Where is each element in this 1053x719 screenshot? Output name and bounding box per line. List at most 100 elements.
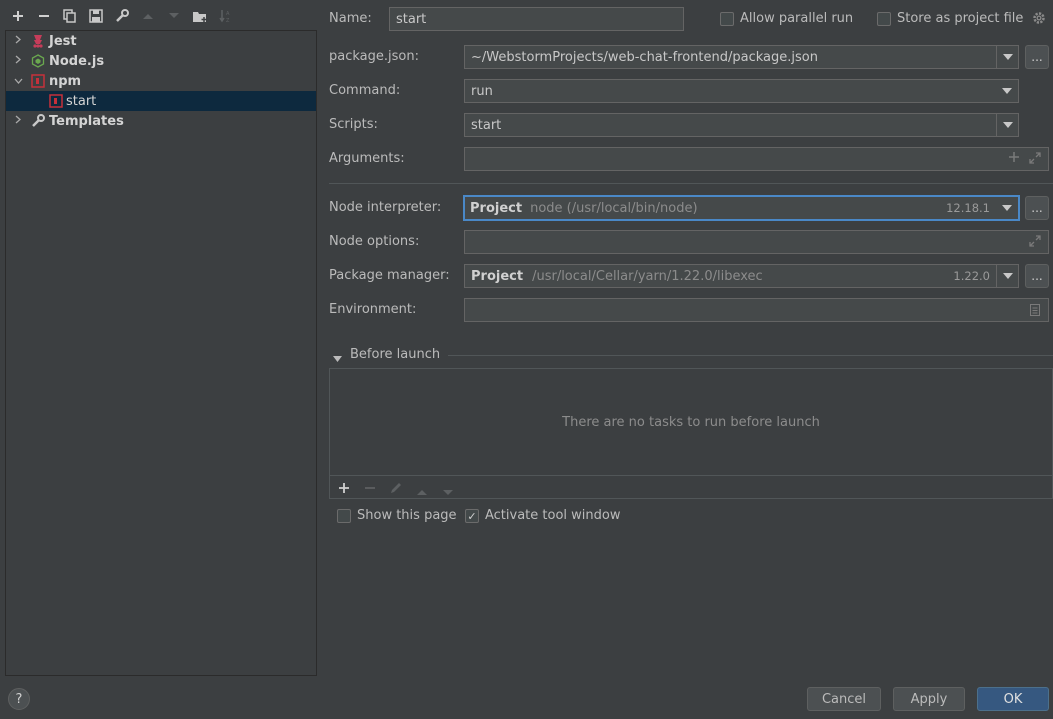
wrench-icon — [31, 114, 45, 128]
arguments-input[interactable] — [464, 147, 1049, 171]
help-button[interactable]: ? — [8, 688, 30, 710]
before-launch-panel: There are no tasks to run before launch — [329, 368, 1053, 499]
package-json-value: ~/WebstormProjects/web-chat-frontend/pac… — [471, 49, 818, 65]
expand-icon[interactable] — [1029, 152, 1041, 168]
package-json-select[interactable]: ~/WebstormProjects/web-chat-frontend/pac… — [464, 45, 1019, 69]
package-manager-select[interactable]: Project /usr/local/Cellar/yarn/1.22.0/li… — [464, 264, 1019, 288]
cancel-label: Cancel — [821, 691, 867, 707]
browse-node-interpreter-button[interactable]: ... — [1025, 196, 1049, 220]
section-divider — [448, 355, 1053, 356]
chevron-down-icon[interactable] — [333, 351, 342, 366]
chevron-down-icon[interactable] — [996, 46, 1018, 68]
node-interpreter-label: Node interpreter: — [329, 200, 442, 215]
sort-icon[interactable]: AZ — [216, 6, 236, 26]
name-label: Name: — [329, 11, 372, 26]
store-project-label: Store as project file — [897, 11, 1024, 26]
save-icon[interactable] — [86, 6, 106, 26]
folder-add-icon[interactable] — [190, 6, 210, 26]
jest-icon — [31, 34, 45, 48]
environment-label: Environment: — [329, 302, 417, 317]
section-divider — [330, 475, 1052, 476]
command-value: run — [471, 83, 493, 99]
chevron-right-icon[interactable] — [12, 115, 24, 127]
scripts-select[interactable]: start — [464, 113, 1019, 137]
npm-icon — [49, 94, 63, 108]
ellipsis-label: ... — [1031, 201, 1043, 215]
wrench-icon[interactable] — [112, 6, 132, 26]
activate-tool-checkbox[interactable]: ✓ — [465, 509, 479, 523]
store-project-checkbox[interactable] — [877, 12, 891, 26]
node-interpreter-kind: Project — [470, 200, 523, 216]
npm-icon — [31, 74, 45, 88]
chevron-down-icon[interactable] — [996, 114, 1018, 136]
scripts-value: start — [471, 117, 502, 133]
package-manager-version: 1.22.0 — [953, 269, 990, 283]
tree-item-label: Templates — [49, 113, 124, 129]
apply-label: Apply — [910, 691, 948, 707]
name-input[interactable]: start — [389, 7, 684, 31]
environment-input[interactable] — [464, 298, 1049, 322]
package-manager-label: Package manager: — [329, 268, 450, 283]
ellipsis-label: ... — [1031, 269, 1043, 283]
chevron-right-icon[interactable] — [12, 55, 24, 67]
ellipsis-label: ... — [1031, 50, 1043, 64]
plus-icon[interactable] — [8, 6, 28, 26]
tree-item-templates[interactable]: Templates — [6, 111, 316, 131]
nodejs-icon — [31, 54, 45, 68]
ok-label: OK — [1003, 691, 1023, 707]
allow-parallel-checkbox[interactable] — [720, 12, 734, 26]
tree-item-label: start — [66, 93, 97, 109]
activate-tool-label: Activate tool window — [485, 508, 621, 523]
plus-icon[interactable] — [338, 482, 350, 498]
command-select[interactable]: run — [464, 79, 1019, 103]
minus-icon[interactable] — [364, 482, 376, 498]
before-launch-title[interactable]: Before launch — [350, 347, 440, 362]
apply-button[interactable]: Apply — [893, 687, 965, 711]
package-manager-path: /usr/local/Cellar/yarn/1.22.0/libexec — [532, 268, 763, 284]
arrow-up-icon[interactable] — [416, 485, 428, 500]
chevron-right-icon[interactable] — [12, 35, 24, 47]
help-icon: ? — [15, 691, 23, 707]
gear-icon[interactable] — [1032, 11, 1046, 29]
copy-icon[interactable] — [60, 6, 80, 26]
minus-icon[interactable] — [34, 6, 54, 26]
browse-package-manager-button[interactable]: ... — [1025, 264, 1049, 288]
tree-item-label: Node.js — [49, 53, 105, 69]
svg-text:Z: Z — [226, 18, 230, 23]
arrow-down-icon[interactable] — [442, 485, 454, 500]
chevron-down-icon[interactable] — [12, 76, 24, 87]
arguments-label: Arguments: — [329, 151, 405, 166]
expand-icon[interactable] — [1029, 235, 1041, 251]
chevron-down-icon[interactable] — [996, 197, 1018, 219]
svg-text:A: A — [226, 11, 230, 17]
allow-parallel-label: Allow parallel run — [740, 11, 854, 26]
arrow-up-icon[interactable] — [138, 6, 158, 26]
tree-item-nodejs[interactable]: Node.js — [6, 51, 316, 71]
cancel-button[interactable]: Cancel — [807, 687, 881, 711]
arrow-down-icon[interactable] — [164, 6, 184, 26]
node-options-input[interactable] — [464, 230, 1049, 254]
package-json-label: package.json: — [329, 49, 419, 64]
scripts-label: Scripts: — [329, 117, 378, 132]
name-value: start — [396, 11, 427, 27]
ok-button[interactable]: OK — [977, 687, 1049, 711]
plus-icon[interactable] — [1008, 151, 1020, 167]
tree-item-jest[interactable]: Jest — [6, 31, 316, 51]
node-interpreter-version: 12.18.1 — [946, 201, 990, 215]
tree-item-npm[interactable]: npm — [6, 71, 316, 91]
config-tree: Jest Node.js npm start Templates — [5, 30, 317, 676]
node-interpreter-select[interactable]: Project node (/usr/local/bin/node) 12.18… — [463, 195, 1020, 221]
browse-package-json-button[interactable]: ... — [1025, 45, 1049, 69]
tree-item-label: npm — [49, 73, 82, 89]
chevron-down-icon[interactable] — [996, 265, 1018, 287]
tree-item-start[interactable]: start — [6, 91, 316, 111]
pencil-icon[interactable] — [390, 481, 403, 498]
show-page-label: Show this page — [357, 508, 457, 523]
package-manager-kind: Project — [471, 268, 524, 284]
checkmark-icon: ✓ — [467, 509, 477, 523]
node-interpreter-path: node (/usr/local/bin/node) — [530, 200, 698, 216]
tree-item-label: Jest — [49, 33, 77, 49]
chevron-down-icon[interactable] — [996, 80, 1018, 102]
document-icon[interactable] — [1030, 304, 1040, 320]
show-page-checkbox[interactable] — [337, 509, 351, 523]
